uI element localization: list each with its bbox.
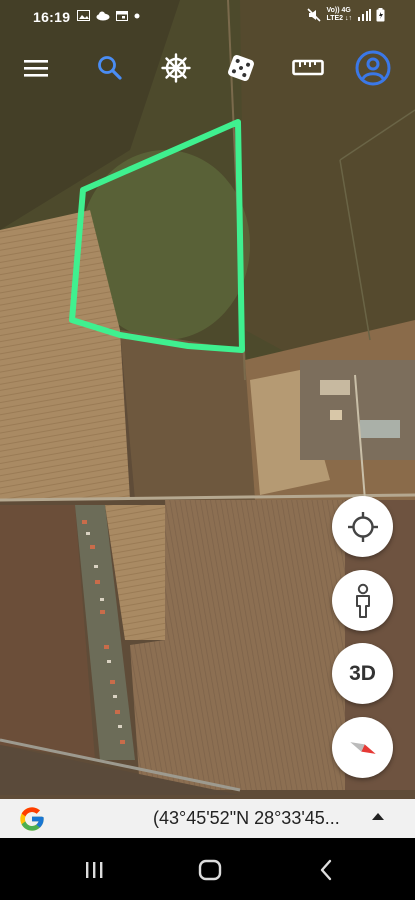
network-type: Vo)) 4G LTE2 ↓↑	[326, 7, 352, 23]
gallery-icon	[77, 10, 90, 21]
recent-apps-icon	[86, 862, 103, 878]
feeling-lucky-dice-icon	[228, 55, 254, 81]
top-toolbar	[0, 46, 415, 90]
system-icons: Vo)) 4G LTE2 ↓↑	[307, 7, 385, 23]
cloud-icon	[96, 11, 110, 20]
network-line-1: Vo)) 4G	[326, 7, 351, 14]
3d-label: 3D	[349, 661, 376, 685]
home-button[interactable]	[188, 850, 232, 890]
expand-caret-icon[interactable]	[372, 813, 384, 820]
satellite-map[interactable]	[0, 0, 415, 838]
voyager-wheel-icon	[161, 53, 191, 83]
search-button[interactable]	[88, 46, 132, 90]
battery-icon	[376, 8, 385, 22]
network-line-2: LTE2 ↓↑	[326, 15, 352, 22]
street-view-button[interactable]	[332, 570, 393, 631]
status-bar: 16:19 Vo)) 4G LTE2 ↓↑	[0, 0, 415, 34]
notification-icons	[77, 10, 140, 21]
account-button[interactable]	[351, 46, 395, 90]
account-icon	[355, 50, 391, 86]
mute-icon	[307, 8, 322, 22]
menu-button[interactable]	[14, 46, 58, 90]
coordinate-bar[interactable]: (43°45'52"N 28°33'45...	[0, 799, 415, 838]
back-icon	[320, 859, 332, 881]
measure-ruler-icon	[292, 59, 324, 76]
compass-icon	[349, 741, 376, 754]
status-time: 16:19	[33, 9, 71, 25]
pegman-icon	[355, 583, 370, 618]
google-g-icon	[20, 807, 44, 831]
back-button[interactable]	[304, 850, 348, 890]
3d-toggle-button[interactable]: 3D	[332, 643, 393, 704]
coordinates-text: (43°45'52"N 28°33'45...	[153, 808, 340, 828]
feeling-lucky-button[interactable]	[219, 46, 263, 90]
system-navigation-bar	[0, 838, 415, 900]
compass-button[interactable]	[332, 717, 393, 778]
my-location-button[interactable]	[332, 496, 393, 557]
recent-apps-button[interactable]	[72, 850, 116, 890]
google-earth-screen: 16:19 Vo)) 4G LTE2 ↓↑ 3D (43°45'52"N 28°…	[0, 0, 415, 900]
home-icon	[198, 859, 222, 881]
calendar-icon	[116, 11, 128, 21]
my-location-icon	[347, 511, 378, 542]
measure-button[interactable]	[286, 46, 330, 90]
menu-icon	[24, 60, 48, 77]
map-imagery	[0, 0, 415, 838]
voyager-button[interactable]	[154, 46, 198, 90]
dot-icon	[134, 13, 140, 18]
signal-icon	[358, 9, 371, 21]
search-icon	[98, 56, 122, 80]
